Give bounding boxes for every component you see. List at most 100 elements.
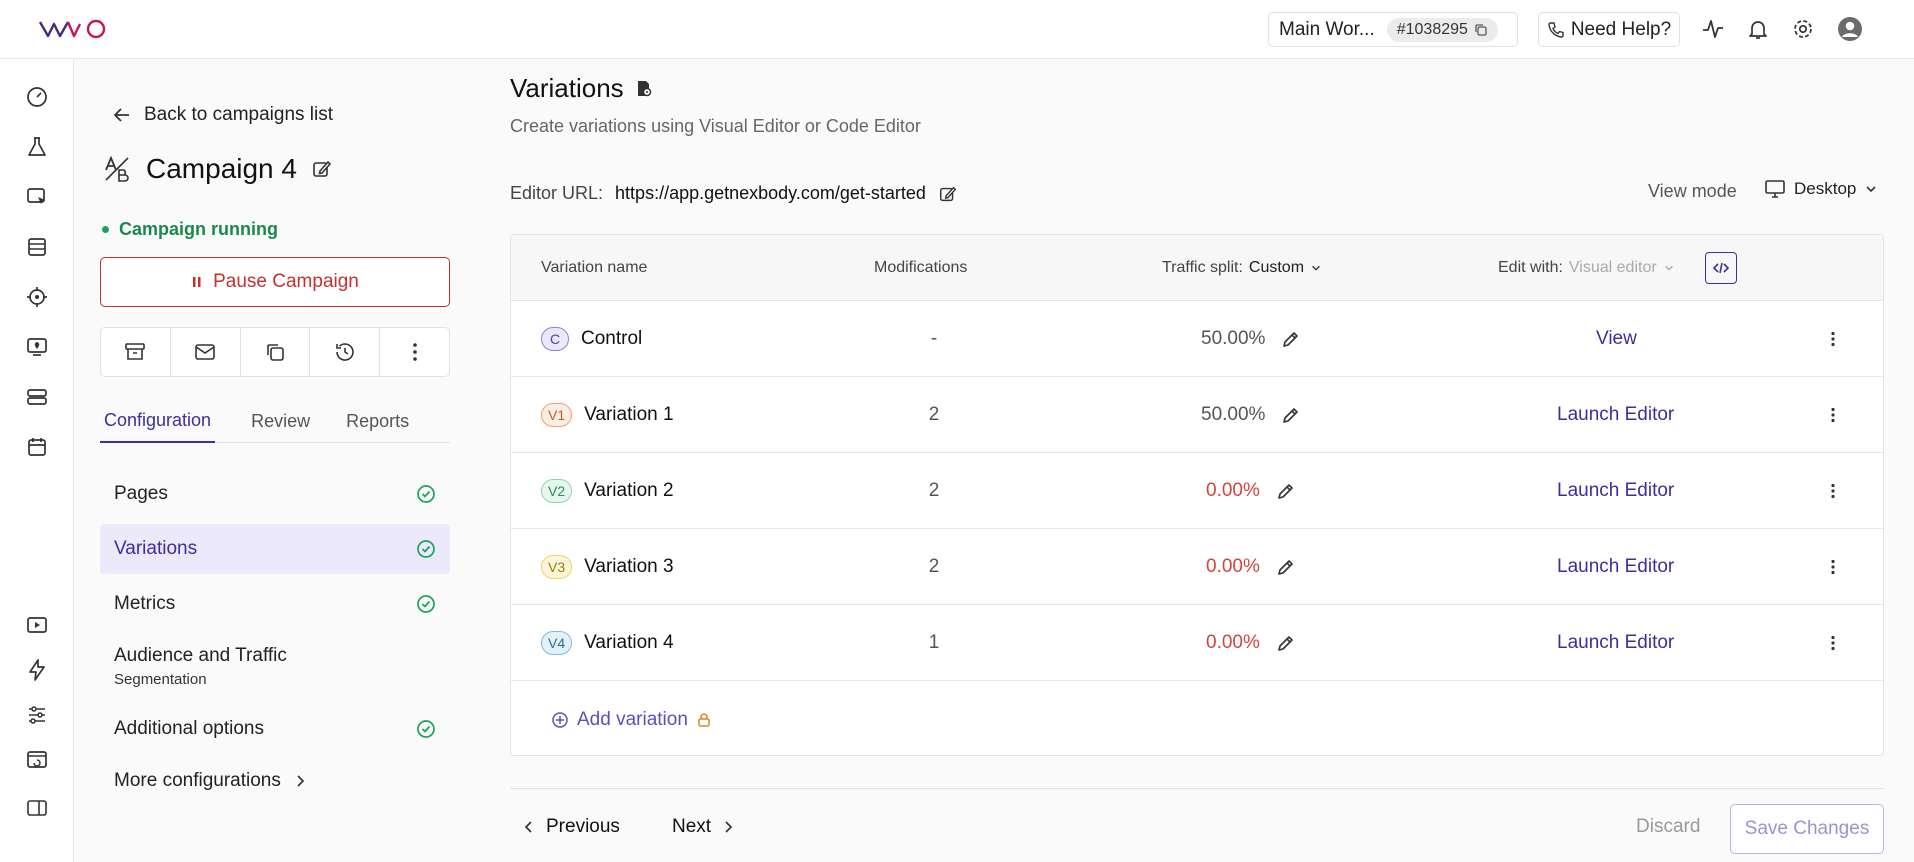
- nav-item-additional-options[interactable]: Additional options: [100, 704, 450, 754]
- pencil-icon[interactable]: [1276, 481, 1296, 501]
- nav-item-audience-traffic[interactable]: Audience and Traffic Segmentation: [100, 634, 450, 698]
- check-circle-icon: [417, 540, 435, 558]
- launch-editor-button[interactable]: Launch Editor: [1557, 556, 1674, 578]
- workspace-selector[interactable]: Main Wor... #1038295: [1268, 12, 1518, 47]
- launch-editor-button[interactable]: Launch Editor: [1557, 632, 1674, 654]
- lightning-icon[interactable]: [24, 657, 50, 683]
- duplicate-button[interactable]: [241, 328, 311, 376]
- row-menu-button[interactable]: [1823, 377, 1843, 453]
- traffic-split-value: Custom: [1248, 259, 1305, 276]
- plus-circle-icon: [552, 712, 568, 728]
- nav-item-more-configurations[interactable]: More configurations: [100, 756, 450, 806]
- action-cell-wrap: Launch Editor: [511, 453, 1885, 529]
- gear-icon[interactable]: [1790, 16, 1816, 42]
- device-value: Desktop: [1794, 179, 1857, 198]
- chevron-right-icon: [297, 775, 305, 787]
- variation-name: Variation 4: [584, 632, 674, 653]
- email-button[interactable]: [171, 328, 241, 376]
- row-menu-button[interactable]: [1823, 529, 1843, 605]
- view-button[interactable]: View: [1596, 328, 1637, 350]
- pencil-icon[interactable]: [1276, 633, 1296, 653]
- archive-button[interactable]: [101, 328, 171, 376]
- sidebar-toggle-icon[interactable]: [24, 795, 50, 821]
- row-menu-button[interactable]: [1823, 605, 1843, 681]
- edit-icon[interactable]: [311, 158, 333, 180]
- back-to-campaigns-link[interactable]: Back to campaigns list: [112, 104, 333, 126]
- activity-icon[interactable]: [1700, 16, 1726, 42]
- action-cell-wrap: Launch Editor: [511, 377, 1885, 453]
- status-dot: [102, 226, 109, 233]
- variation-name: Control: [581, 328, 643, 349]
- panel-tabs: Configuration Review Reports: [100, 399, 450, 443]
- need-help-button[interactable]: Need Help?: [1538, 12, 1680, 47]
- row-menu-button[interactable]: [1823, 301, 1843, 377]
- screen-pin-icon[interactable]: [24, 334, 50, 360]
- pause-label: Pause Campaign: [213, 271, 359, 292]
- target-icon[interactable]: [24, 284, 50, 310]
- kebab-icon: [1831, 407, 1835, 423]
- page-title-text: Variations: [510, 73, 624, 103]
- code-icon: [1712, 262, 1730, 274]
- list-panel-icon[interactable]: [24, 234, 50, 260]
- tab-review[interactable]: Review: [251, 399, 310, 443]
- traffic-split-value: 0.00%: [1206, 632, 1260, 653]
- previous-label: Previous: [546, 816, 620, 837]
- main-content: Variations Create variations using Visua…: [474, 59, 1914, 862]
- launch-editor-button[interactable]: Launch Editor: [1557, 480, 1674, 502]
- vwo-logo[interactable]: [38, 14, 108, 44]
- pencil-icon[interactable]: [1276, 557, 1296, 577]
- chevron-left-icon: [524, 821, 532, 833]
- save-changes-button[interactable]: Save Changes: [1730, 804, 1884, 854]
- discard-button[interactable]: Discard: [1636, 816, 1700, 838]
- device-selector[interactable]: Desktop: [1764, 179, 1878, 199]
- table-header: Variation name Modifications Traffic spl…: [511, 235, 1883, 301]
- bell-icon[interactable]: [1745, 16, 1771, 42]
- traffic-split-value: 0.00%: [1206, 480, 1260, 501]
- campaign-actions: [100, 327, 450, 377]
- schedule-button[interactable]: [310, 328, 381, 376]
- add-variation-button[interactable]: Add variation: [551, 709, 712, 731]
- next-button[interactable]: Next: [672, 816, 735, 838]
- dashboard-icon[interactable]: [24, 84, 50, 110]
- variation-badge: V2: [541, 479, 573, 503]
- variation-name: Variation 1: [584, 404, 674, 425]
- pencil-icon[interactable]: [1281, 405, 1301, 425]
- tab-configuration[interactable]: Configuration: [100, 399, 216, 443]
- server-icon[interactable]: [24, 384, 50, 410]
- workspace-id-badge[interactable]: #1038295: [1386, 17, 1498, 42]
- nav-label: Audience and Traffic: [114, 644, 287, 666]
- sliders-icon[interactable]: [24, 702, 50, 728]
- traffic-split-dropdown[interactable]: Custom: [1249, 259, 1322, 277]
- avatar[interactable]: [1837, 16, 1863, 42]
- table-row: V3 Variation 3 2 0.00% Launch Editor: [511, 529, 1883, 605]
- traffic-split-cell: 0.00%: [1206, 605, 1296, 681]
- nav-item-pages[interactable]: Pages: [100, 469, 450, 519]
- flask-icon[interactable]: [24, 134, 50, 160]
- tab-reports[interactable]: Reports: [346, 399, 409, 443]
- nav-item-metrics[interactable]: Metrics: [100, 579, 450, 629]
- cursor-screen-icon[interactable]: [24, 184, 50, 210]
- previous-button[interactable]: Previous: [522, 816, 620, 838]
- browser-refresh-icon[interactable]: [24, 747, 50, 773]
- chevron-down-icon: [1866, 186, 1876, 193]
- col-edit-with: Edit with: Visual editor: [1498, 235, 1675, 301]
- modifications-count: 2: [928, 480, 940, 501]
- more-actions-button[interactable]: [380, 328, 449, 376]
- nav-item-variations[interactable]: Variations: [100, 524, 450, 574]
- calendar-icon[interactable]: [24, 434, 50, 460]
- traffic-split-cell: 0.00%: [1206, 453, 1296, 529]
- pause-campaign-button[interactable]: Pause Campaign: [100, 257, 450, 307]
- monitor-icon: [1765, 180, 1785, 198]
- edit-with-dropdown[interactable]: Visual editor: [1569, 259, 1675, 277]
- doc-settings-icon[interactable]: [634, 79, 654, 99]
- launch-editor-button[interactable]: Launch Editor: [1557, 404, 1674, 426]
- workspace-id: #1038295: [1396, 20, 1468, 38]
- page-subtitle: Create variations using Visual Editor or…: [510, 116, 921, 136]
- code-editor-button[interactable]: [1705, 252, 1737, 284]
- video-icon[interactable]: [24, 612, 50, 638]
- modifications-count: 2: [928, 404, 940, 425]
- row-menu-button[interactable]: [1823, 453, 1843, 529]
- variation-badge: V1: [541, 403, 573, 427]
- pencil-icon[interactable]: [1281, 329, 1301, 349]
- edit-icon[interactable]: [938, 184, 958, 204]
